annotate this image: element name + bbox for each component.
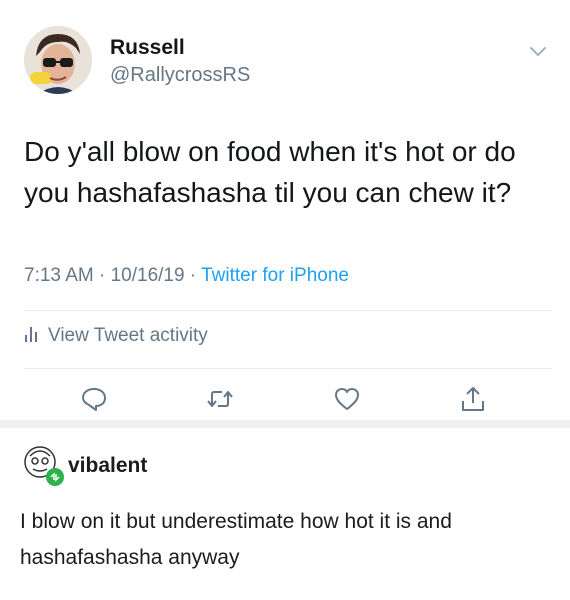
divider <box>24 310 552 311</box>
reply-icon[interactable] <box>80 385 108 413</box>
meta-separator: · <box>99 265 111 286</box>
reply-post: vibalent I blow on it but underestimate … <box>0 428 570 600</box>
retweet-icon[interactable] <box>206 385 234 413</box>
bar-chart-icon <box>25 327 37 342</box>
section-separator <box>0 420 570 428</box>
tweet-date[interactable]: 10/16/19 <box>111 265 185 286</box>
share-icon[interactable] <box>459 385 487 413</box>
author-avatar[interactable] <box>24 26 92 94</box>
avatar-image <box>24 26 92 94</box>
reply-text-line: I blow on it but underestimate how hot i… <box>20 510 452 533</box>
tweet-metadata: 7:13 AM · 10/16/19 · Twitter for iPhone <box>24 265 349 287</box>
author-handle[interactable]: @RallycrossRS <box>110 64 250 87</box>
author-name[interactable]: Russell <box>110 36 185 60</box>
reply-username[interactable]: vibalent <box>68 454 147 478</box>
view-tweet-activity-label: View Tweet activity <box>48 325 208 346</box>
view-tweet-activity-link[interactable]: View Tweet activity <box>24 325 208 347</box>
tweet-text: Do y'all blow on food when it's hot or d… <box>24 131 544 213</box>
divider <box>24 368 552 369</box>
reply-text-line: hashafashasha anyway <box>20 546 240 569</box>
tweet-card: Russell @RallycrossRS Do y'all blow on f… <box>0 0 570 428</box>
tweet-text-line: you hashafashasha til you can chew it? <box>24 177 512 208</box>
tweet-text-line: Do y'all blow on food when it's hot or d… <box>24 136 516 167</box>
tweet-time[interactable]: 7:13 AM <box>24 265 94 286</box>
meta-separator: · <box>189 265 202 286</box>
reply-avatar[interactable] <box>20 442 68 490</box>
chevron-down-icon[interactable] <box>527 42 549 60</box>
heart-icon[interactable] <box>333 385 361 413</box>
tweet-source-link[interactable]: Twitter for iPhone <box>201 265 349 286</box>
reply-text: I blow on it but underestimate how hot i… <box>20 504 550 576</box>
